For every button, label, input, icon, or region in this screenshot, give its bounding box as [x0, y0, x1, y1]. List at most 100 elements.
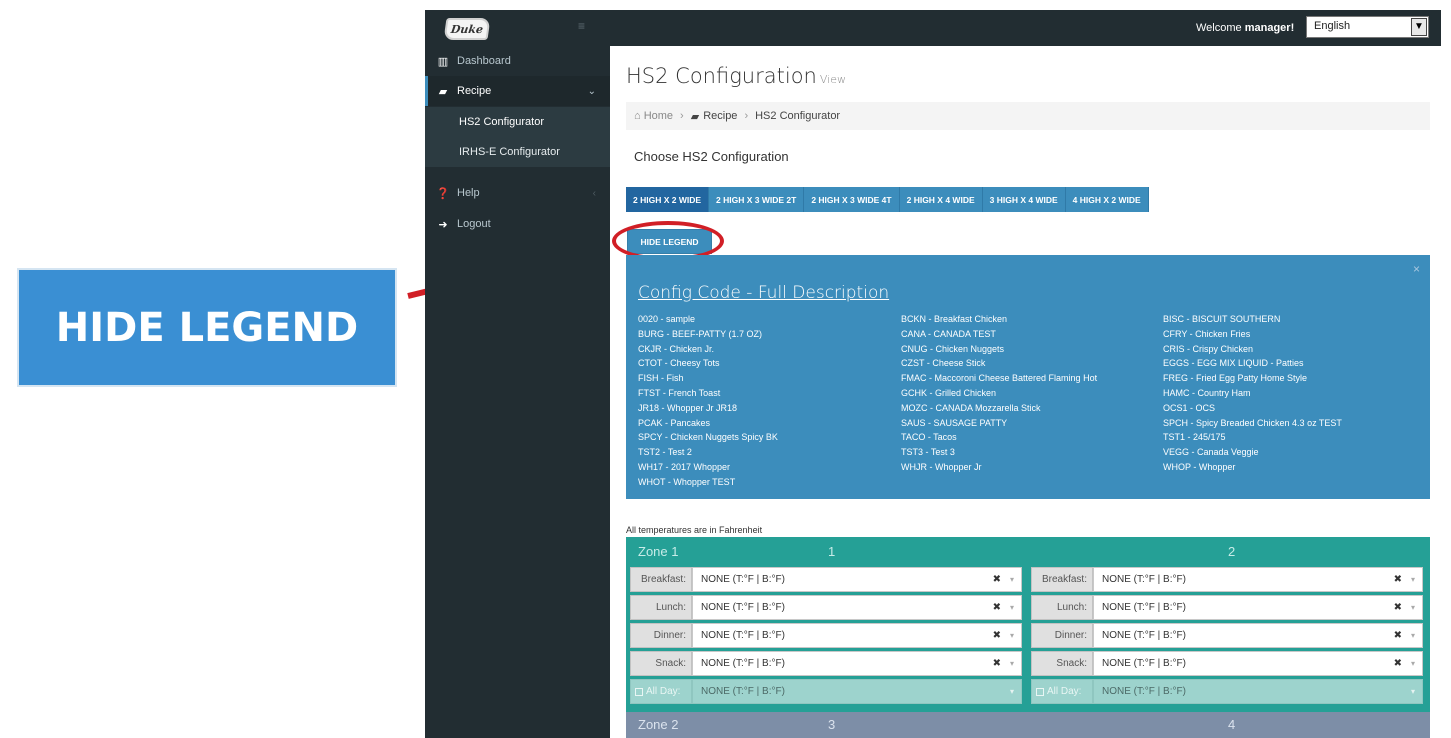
recipe-select-value: NONE (T:°F | B:°F): [701, 658, 785, 669]
allday-row: All Day: NONE (T:°F | B:°F) ▾: [1031, 679, 1423, 704]
meal-row: Snack: NONE (T:°F | B:°F) ✖ ▾: [630, 651, 1022, 676]
clear-icon[interactable]: ✖: [1394, 658, 1402, 669]
temperature-note: All temperatures are in Fahrenheit: [626, 525, 763, 535]
clear-icon[interactable]: ✖: [1394, 574, 1402, 585]
recipe-select[interactable]: NONE (T:°F | B:°F) ✖ ▾: [692, 623, 1022, 648]
legend-entry: SPCH - Spicy Breaded Chicken 4.3 oz TEST: [1163, 417, 1342, 428]
sidebar-item-hs2-configurator[interactable]: HS2 Configurator: [425, 107, 610, 137]
tab-2x2-wide[interactable]: 2 HIGH X 2 WIDE: [626, 187, 710, 212]
recipe-select-value: NONE (T:°F | B:°F): [1102, 630, 1186, 641]
legend-entry: TACO - Tacos: [901, 432, 957, 443]
meal-row: Breakfast: NONE (T:°F | B:°F) ✖ ▾: [1031, 567, 1423, 592]
config-tabs: 2 HIGH X 2 WIDE 2 HIGH X 3 WIDE 2T 2 HIG…: [626, 187, 1149, 212]
checkbox-icon[interactable]: [1036, 687, 1044, 696]
allday-checkbox-label[interactable]: All Day:: [630, 679, 692, 704]
chevron-down-icon[interactable]: ▼: [1411, 18, 1427, 36]
top-navbar: Duke ≡ Welcome manager! English ▼: [425, 10, 1441, 46]
breadcrumb-current: HS2 Configurator: [755, 110, 841, 122]
recipe-select[interactable]: NONE (T:°F | B:°F) ✖ ▾: [1093, 651, 1423, 676]
language-select[interactable]: English ▼: [1306, 16, 1429, 38]
chevron-down-icon[interactable]: ▾: [1411, 603, 1415, 612]
choose-config-label: Choose HS2 Configuration: [634, 149, 789, 164]
meal-label: Snack:: [630, 651, 692, 676]
legend-entry: WHOT - Whopper TEST: [638, 476, 736, 487]
legend-entry: TST1 - 245/175: [1163, 432, 1226, 443]
chevron-down-icon[interactable]: ▾: [1411, 575, 1415, 584]
welcome-prefix: Welcome: [1196, 22, 1245, 34]
allday-select: NONE (T:°F | B:°F) ▾: [692, 679, 1022, 704]
sidebar-item-help[interactable]: ❓ Help ‹: [425, 178, 610, 208]
sidebar-item-label: Logout: [457, 218, 491, 230]
recipe-select-value: NONE (T:°F | B:°F): [1102, 602, 1186, 613]
clear-icon[interactable]: ✖: [1394, 630, 1402, 641]
allday-select: NONE (T:°F | B:°F) ▾: [1093, 679, 1423, 704]
meal-row: Snack: NONE (T:°F | B:°F) ✖ ▾: [1031, 651, 1423, 676]
chevron-down-icon[interactable]: ▾: [1411, 631, 1415, 640]
legend-entry: CFRY - Chicken Fries: [1163, 328, 1251, 339]
recipe-select[interactable]: NONE (T:°F | B:°F) ✖ ▾: [692, 651, 1022, 676]
recipe-select[interactable]: NONE (T:°F | B:°F) ✖ ▾: [1093, 595, 1423, 620]
allday-select-value: NONE (T:°F | B:°F): [701, 686, 785, 697]
meal-row: Breakfast: NONE (T:°F | B:°F) ✖ ▾: [630, 567, 1022, 592]
legend-entry: SPCY - Chicken Nuggets Spicy BK: [638, 432, 778, 443]
menu-toggle-icon[interactable]: ≡: [578, 20, 590, 32]
tab-2x4-wide[interactable]: 2 HIGH X 4 WIDE: [899, 187, 983, 212]
meal-label: Snack:: [1031, 651, 1093, 676]
tab-2x3-wide-2t[interactable]: 2 HIGH X 3 WIDE 2T: [709, 187, 805, 212]
clear-icon[interactable]: ✖: [993, 602, 1001, 613]
main-content: HS2 Configuration View ⌂ Home › ▰ Recipe …: [610, 46, 1441, 738]
chevron-down-icon[interactable]: ▾: [1010, 659, 1014, 668]
chevron-down-icon[interactable]: ▾: [1411, 659, 1415, 668]
legend-entry: WH17 - 2017 Whopper: [638, 461, 731, 472]
meal-row: Dinner: NONE (T:°F | B:°F) ✖ ▾: [1031, 623, 1423, 648]
sidebar-item-irhs-e-configurator[interactable]: IRHS-E Configurator: [425, 137, 610, 167]
legend-entry: TST3 - Test 3: [901, 447, 955, 458]
chevron-down-icon[interactable]: ▾: [1010, 603, 1014, 612]
breadcrumb-recipe[interactable]: Recipe: [703, 110, 737, 122]
sidebar-item-logout[interactable]: ➜ Logout: [425, 209, 610, 239]
legend-entry: HAMC - Country Ham: [1163, 387, 1251, 398]
tab-3x4-wide[interactable]: 3 HIGH X 4 WIDE: [982, 187, 1066, 212]
zone-column-label: 1: [828, 544, 836, 559]
legend-entry: MOZC - CANADA Mozzarella Stick: [901, 402, 1041, 413]
checkbox-icon[interactable]: [635, 687, 643, 696]
chevron-down-icon[interactable]: ▾: [1010, 575, 1014, 584]
sidebar: ▥ Dashboard ▰ Recipe ⌄ HS2 Configurator …: [425, 46, 610, 738]
recipe-select[interactable]: NONE (T:°F | B:°F) ✖ ▾: [692, 567, 1022, 592]
chevron-down-icon: ▾: [1410, 687, 1415, 696]
logout-icon: ➜: [438, 218, 448, 231]
sidebar-item-label: Recipe: [457, 85, 492, 97]
sidebar-item-recipe[interactable]: ▰ Recipe ⌄: [425, 76, 610, 106]
clear-icon[interactable]: ✖: [993, 574, 1001, 585]
allday-checkbox-label[interactable]: All Day:: [1031, 679, 1093, 704]
bar-chart-icon: ▥: [437, 55, 449, 68]
recipe-select[interactable]: NONE (T:°F | B:°F) ✖ ▾: [692, 595, 1022, 620]
chevron-down-icon: ⌄: [587, 85, 596, 97]
legend-title: Config Code - Full Description: [638, 283, 890, 303]
clear-icon[interactable]: ✖: [1394, 602, 1402, 613]
chevron-down-icon[interactable]: ▾: [1010, 631, 1014, 640]
language-value: English: [1314, 20, 1351, 32]
book-icon: ▰: [438, 85, 448, 98]
tab-2x3-wide-4t[interactable]: 2 HIGH X 3 WIDE 4T: [804, 187, 900, 212]
duke-logo[interactable]: Duke: [443, 18, 491, 40]
legend-entry: JR18 - Whopper Jr JR18: [638, 402, 738, 413]
meal-row: Dinner: NONE (T:°F | B:°F) ✖ ▾: [630, 623, 1022, 648]
zone-title: Zone 2: [638, 717, 679, 732]
breadcrumb-home[interactable]: Home: [644, 110, 673, 122]
legend-entry: BCKN - Breakfast Chicken: [901, 314, 1008, 324]
recipe-select[interactable]: NONE (T:°F | B:°F) ✖ ▾: [1093, 623, 1423, 648]
tab-4x2-wide[interactable]: 4 HIGH X 2 WIDE: [1065, 187, 1149, 212]
meal-label: Dinner:: [630, 623, 692, 648]
clear-icon[interactable]: ✖: [993, 658, 1001, 669]
legend-panel: Config Code - Full Description × 0020 - …: [626, 255, 1430, 499]
legend-entry: FREG - Fried Egg Patty Home Style: [1163, 373, 1308, 384]
zone-2-header: Zone 2 3 4: [626, 712, 1430, 738]
sidebar-item-dashboard[interactable]: ▥ Dashboard: [425, 46, 610, 76]
legend-entry: CNUG - Chicken Nuggets: [901, 343, 1005, 354]
legend-entry: FTST - French Toast: [638, 387, 721, 398]
clear-icon[interactable]: ✖: [993, 630, 1001, 641]
recipe-select[interactable]: NONE (T:°F | B:°F) ✖ ▾: [1093, 567, 1423, 592]
close-icon[interactable]: ×: [1413, 262, 1420, 276]
legend-entry: OCS1 - OCS: [1163, 402, 1216, 413]
